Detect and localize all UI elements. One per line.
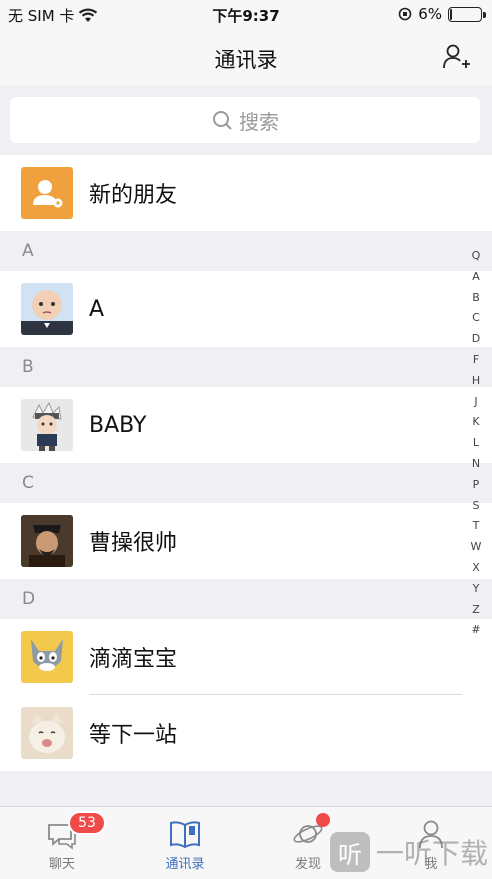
contact-row[interactable]: 滴滴宝宝 (0, 619, 492, 695)
avatar (21, 399, 73, 451)
index-letter[interactable]: T (473, 516, 480, 537)
status-bar: 无 SIM 卡 下午9:37 6% (0, 0, 492, 30)
contact-name: 滴滴宝宝 (89, 647, 178, 672)
list-footer-spacer (0, 771, 492, 805)
contact-name: 曹操很帅 (89, 531, 178, 556)
contact-row[interactable]: BABY (0, 387, 492, 463)
battery-percent: 6% (418, 5, 442, 23)
index-letter[interactable]: F (473, 350, 479, 371)
index-letter[interactable]: C (472, 308, 480, 329)
contact-row[interactable]: A (0, 271, 492, 347)
contact-list: 新的朋友 A A B BABY C 曹操很帅 D 滴滴宝宝 等下一站 (0, 155, 492, 805)
watermark-logo: 听 (329, 832, 370, 872)
new-friends-item[interactable]: 新的朋友 (0, 155, 492, 231)
orientation-lock-icon (398, 7, 412, 21)
tab-label: 通讯录 (165, 857, 205, 872)
index-letter[interactable]: B (472, 288, 480, 309)
tab-chat[interactable]: 聊天 53 (22, 811, 106, 872)
section-header-c: C (0, 463, 492, 503)
contacts-book-icon (170, 821, 200, 849)
tab-label: 发现 (294, 857, 321, 872)
search-icon (213, 111, 232, 130)
index-letter[interactable]: Y (473, 579, 480, 600)
add-contact-icon[interactable] (442, 42, 472, 72)
contact-name: A (89, 296, 105, 322)
page-title: 通讯录 (214, 48, 278, 72)
contact-row[interactable]: 等下一站 (0, 695, 492, 771)
tab-contacts[interactable]: 通讯录 (145, 817, 225, 872)
index-letter[interactable]: Q (472, 246, 481, 267)
avatar (21, 515, 73, 567)
index-letter[interactable]: H (472, 371, 480, 392)
new-friends-label: 新的朋友 (89, 183, 178, 208)
index-letter[interactable]: W (471, 537, 482, 558)
index-letter[interactable]: L (473, 433, 479, 454)
section-header-d: D (0, 579, 492, 619)
index-letter[interactable]: N (472, 454, 480, 475)
index-letter[interactable]: J (474, 392, 477, 413)
watermark: 听 一听下载 (329, 832, 488, 872)
tab-label: 聊天 (48, 857, 75, 872)
contact-name: BABY (89, 412, 147, 438)
search-area: 搜索 (0, 85, 492, 155)
search-placeholder: 搜索 (239, 109, 279, 134)
alphabet-index[interactable]: Q A B C D F H J K L N P S T W X Y Z # (468, 246, 484, 641)
contact-name: 等下一站 (89, 723, 178, 748)
navigation-bar: 通讯录 (0, 30, 492, 85)
index-letter[interactable]: D (472, 329, 480, 350)
watermark-text: 一听下载 (375, 837, 488, 870)
index-letter[interactable]: K (472, 412, 479, 433)
notification-dot (316, 813, 330, 827)
contact-row[interactable]: 曹操很帅 (0, 503, 492, 579)
index-letter[interactable]: # (471, 620, 480, 641)
new-friend-icon (21, 167, 73, 219)
index-letter[interactable]: A (472, 267, 480, 288)
index-letter[interactable]: P (473, 475, 480, 496)
index-letter[interactable]: S (473, 496, 480, 517)
avatar (21, 283, 73, 335)
unread-badge: 53 (68, 811, 106, 835)
index-letter[interactable]: X (472, 558, 480, 579)
index-letter[interactable]: Z (472, 600, 480, 621)
section-header-b: B (0, 347, 492, 387)
battery-icon (448, 6, 486, 22)
search-input[interactable]: 搜索 (10, 97, 480, 143)
section-header-a: A (0, 231, 492, 271)
avatar (21, 631, 73, 683)
avatar (21, 707, 73, 759)
